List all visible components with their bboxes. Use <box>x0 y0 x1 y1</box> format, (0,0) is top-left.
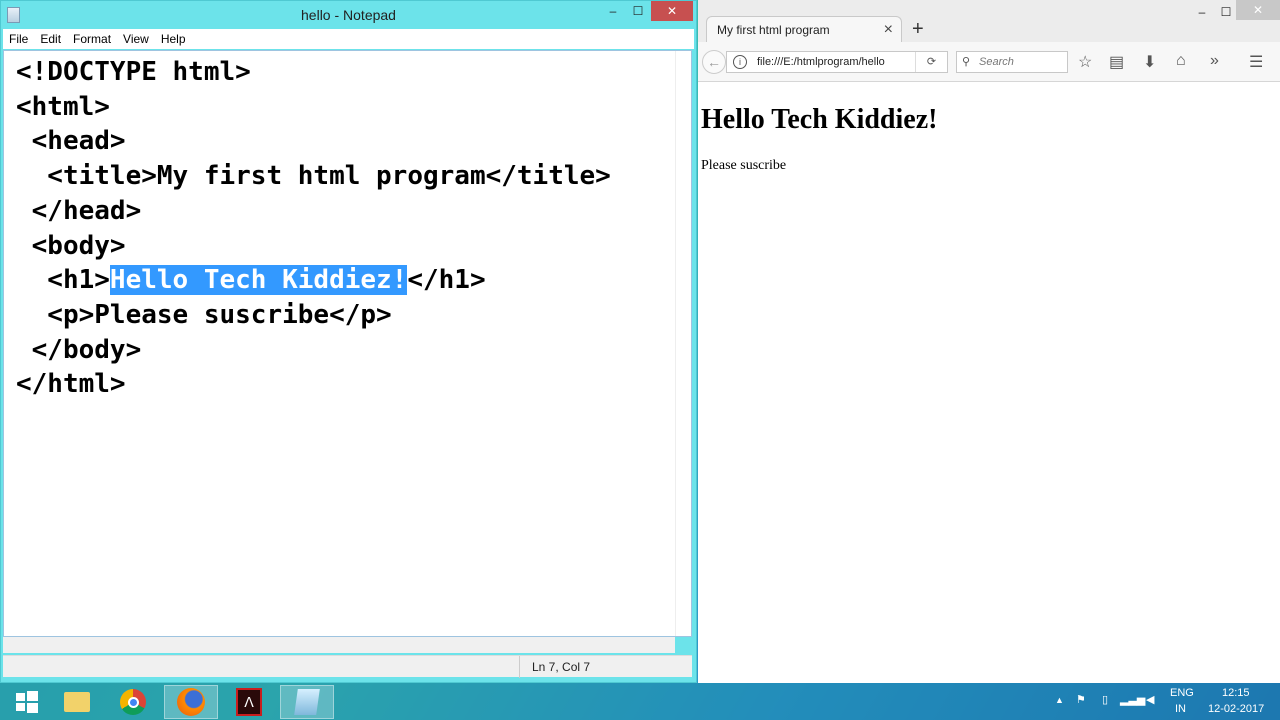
selected-text: Hello Tech Kiddiez! <box>109 265 408 296</box>
page-heading: Hello Tech Kiddiez! <box>701 104 938 135</box>
notepad-icon <box>294 689 320 715</box>
window-title: hello - Notepad <box>301 7 396 23</box>
acrobat-icon: ᐱ <box>236 688 262 716</box>
horizontal-scrollbar[interactable] <box>3 637 675 653</box>
code-line: <html> <box>16 91 110 122</box>
new-tab-button[interactable]: + <box>912 18 924 41</box>
firefox-icon <box>177 688 205 716</box>
text-editor[interactable]: <!DOCTYPE html> <html> <head> <title>My f… <box>3 50 692 637</box>
search-input[interactable]: ⚲ Search <box>956 51 1068 73</box>
download-icon[interactable]: ⬇ <box>1143 52 1156 72</box>
search-icon: ⚲ <box>962 56 971 68</box>
code-line: </head> <box>16 195 142 226</box>
region-indicator: IN <box>1175 703 1186 715</box>
folder-icon <box>64 692 90 712</box>
url-text: file:///E:/htmlprogram/hello <box>757 56 885 68</box>
clock-date[interactable]: 12-02-2017 <box>1208 703 1264 715</box>
close-tab-icon[interactable]: × <box>884 21 893 39</box>
firefox-window: My first html program × + – ☐ ✕ ← i file… <box>698 0 1280 683</box>
code-line: <body> <box>16 230 126 261</box>
menu-help[interactable]: Help <box>155 32 192 46</box>
browser-tab[interactable]: My first html program × <box>706 16 902 45</box>
menu-format[interactable]: Format <box>67 32 117 46</box>
acrobat-button[interactable]: ᐱ <box>222 685 276 719</box>
nav-bar: ← i file:///E:/htmlprogram/hello ⟳ ⚲ Sea… <box>698 42 1280 82</box>
chrome-icon <box>120 689 146 715</box>
home-icon[interactable]: ⌂ <box>1176 52 1186 70</box>
tab-title: My first html program <box>717 23 830 37</box>
maximize-button[interactable]: ☐ <box>624 1 652 21</box>
minimize-button[interactable]: – <box>599 1 627 21</box>
volume-icon[interactable]: ◀ <box>1146 693 1154 706</box>
close-button[interactable]: ✕ <box>651 1 693 21</box>
reload-icon[interactable]: ⟳ <box>915 52 947 72</box>
code-line: <p>Please suscribe</p> <box>16 299 392 330</box>
show-hidden-icons[interactable]: ▲ <box>1055 695 1064 705</box>
back-button[interactable]: ← <box>702 50 726 74</box>
menu-file[interactable]: File <box>3 32 34 46</box>
battery-icon[interactable]: ▯ <box>1102 693 1108 706</box>
taskbar: ᐱ ▲ ⚑ ▯ ▂▃▅ ◀ ENG IN 12:15 12-02-2017 <box>0 683 1280 720</box>
page-paragraph: Please suscribe <box>701 158 787 173</box>
action-center-icon[interactable]: ⚑ <box>1076 693 1086 706</box>
menu-view[interactable]: View <box>117 32 155 46</box>
overflow-icon[interactable]: » <box>1210 52 1219 70</box>
code-line: <h1>Hello Tech Kiddiez!</h1> <box>16 265 486 296</box>
code-line: <!DOCTYPE html> <box>16 57 251 87</box>
menu-edit[interactable]: Edit <box>34 32 67 46</box>
status-bar: Ln 7, Col 7 <box>3 655 692 678</box>
ff-close-button[interactable]: ✕ <box>1236 0 1280 20</box>
code-line: </body> <box>16 334 142 365</box>
notepad-taskbar-button[interactable] <box>280 685 334 719</box>
windows-icon <box>16 691 38 713</box>
chrome-button[interactable] <box>106 685 160 719</box>
tab-bar: My first html program × + – ☐ ✕ <box>698 0 1280 45</box>
signal-icon[interactable]: ▂▃▅ <box>1120 693 1145 706</box>
code-line: <head> <box>16 126 126 157</box>
info-icon[interactable]: i <box>733 55 747 69</box>
menu-bar: File Edit Format View Help <box>3 29 694 49</box>
notepad-window: hello - Notepad – ☐ ✕ File Edit Format V… <box>0 0 697 683</box>
code-line: </html> <box>16 369 126 400</box>
reading-list-icon[interactable]: ▤ <box>1109 52 1124 72</box>
file-explorer-button[interactable] <box>50 685 104 719</box>
language-indicator[interactable]: ENG <box>1170 687 1194 699</box>
url-bar[interactable]: i file:///E:/htmlprogram/hello ⟳ <box>726 51 948 73</box>
firefox-button[interactable] <box>164 685 218 719</box>
menu-icon[interactable]: ☰ <box>1249 52 1263 72</box>
bookmark-star-icon[interactable]: ☆ <box>1078 52 1092 72</box>
cursor-position: Ln 7, Col 7 <box>519 656 590 678</box>
clock-time[interactable]: 12:15 <box>1222 687 1250 699</box>
vertical-scrollbar[interactable] <box>675 51 691 636</box>
notepad-titlebar[interactable]: hello - Notepad – ☐ ✕ <box>1 1 696 29</box>
start-button[interactable] <box>0 685 54 719</box>
code-line: <title>My first html program</title> <box>16 161 611 192</box>
